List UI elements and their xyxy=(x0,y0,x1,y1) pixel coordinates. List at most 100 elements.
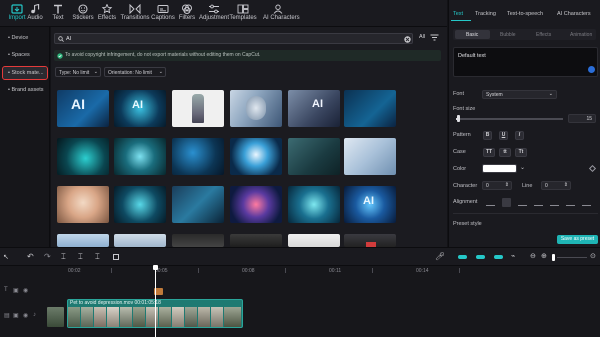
filter-icon[interactable] xyxy=(430,34,439,41)
zoom-slider-handle[interactable] xyxy=(552,254,555,261)
zoom-out-icon[interactable]: ⊖ xyxy=(530,252,536,260)
tab-text-properties[interactable]: Text xyxy=(453,11,463,17)
orientation-filter-dropdown[interactable]: Orientation: No limit ⌄ xyxy=(104,67,166,77)
clear-search-icon[interactable] xyxy=(404,35,411,43)
align-bottom-icon[interactable] xyxy=(582,199,591,206)
eye-icon[interactable]: ◉ xyxy=(23,312,28,319)
edit-text-icon[interactable] xyxy=(588,66,595,73)
delete-icon[interactable] xyxy=(113,254,119,260)
stock-thumbnail[interactable] xyxy=(344,90,396,127)
stock-thumbnail[interactable] xyxy=(288,234,340,247)
split-right-icon[interactable]: ⌶ xyxy=(95,252,100,262)
stock-thumbnail[interactable]: AI xyxy=(288,90,340,127)
align-justify-icon[interactable] xyxy=(534,199,543,206)
tab-adjustment[interactable]: Adjustment xyxy=(199,2,229,26)
undo-icon[interactable]: ↶ xyxy=(27,252,34,261)
font-size-input[interactable]: 15 xyxy=(568,114,596,123)
stock-thumbnail[interactable] xyxy=(172,138,224,175)
titlecase-button[interactable]: Tt xyxy=(515,148,527,157)
sidebar-item-device[interactable]: • Device xyxy=(3,32,47,44)
audio-icon[interactable]: ♪ xyxy=(33,312,36,318)
sidebar-item-spaces[interactable]: • Spaces xyxy=(3,49,47,61)
stock-thumbnail[interactable] xyxy=(114,138,166,175)
sidebar-item-brand-assets[interactable]: • Brand assets xyxy=(3,84,47,96)
align-middle-icon[interactable] xyxy=(566,199,575,206)
split-icon[interactable]: ⌶ xyxy=(61,252,66,262)
tab-templates[interactable]: Templates xyxy=(228,2,258,26)
tab-effects[interactable]: Effects xyxy=(92,2,122,26)
search-input[interactable]: AI xyxy=(66,36,71,42)
mute-audio-icon[interactable]: ⌁ xyxy=(511,252,515,260)
search-scope-select[interactable]: All xyxy=(419,34,425,40)
align-center-icon[interactable] xyxy=(502,198,511,207)
type-filter-dropdown[interactable]: Type: No limit ⌄ xyxy=(55,67,101,77)
stock-thumbnail[interactable] xyxy=(230,90,282,127)
stock-thumbnail[interactable] xyxy=(114,186,166,223)
preview-axis-icon[interactable] xyxy=(494,255,503,259)
stock-thumbnail[interactable] xyxy=(230,138,282,175)
subtab-effects[interactable]: Effects xyxy=(536,32,551,38)
cover-thumbnail[interactable] xyxy=(47,307,64,327)
zoom-slider[interactable] xyxy=(557,257,587,258)
chevron-down-icon[interactable]: ⌄ xyxy=(520,164,525,171)
italic-button[interactable]: I xyxy=(515,131,524,140)
stock-thumbnail[interactable] xyxy=(172,90,224,127)
save-as-preset-button[interactable]: Save as preset xyxy=(557,235,598,244)
font-select[interactable]: System ⌄ xyxy=(482,90,557,99)
stock-thumbnail[interactable]: AI xyxy=(114,90,166,127)
stock-thumbnail[interactable] xyxy=(57,138,109,175)
text-content[interactable]: Default text xyxy=(458,53,486,59)
stock-thumbnail[interactable] xyxy=(288,186,340,223)
tab-tracking[interactable]: Tracking xyxy=(475,11,496,17)
tab-transitions[interactable]: Transitions xyxy=(120,2,150,26)
subtab-basic[interactable]: Basic xyxy=(466,32,478,38)
lock-icon[interactable]: ▣ xyxy=(13,287,19,294)
stock-thumbnail[interactable]: AI xyxy=(344,186,396,223)
microphone-icon[interactable]: 🎤︎ xyxy=(435,252,445,261)
playhead-line[interactable] xyxy=(155,269,156,337)
subtab-bubble[interactable]: Bubble xyxy=(500,32,516,38)
align-top-icon[interactable] xyxy=(550,199,559,206)
linkage-icon[interactable] xyxy=(476,255,485,259)
stock-thumbnail[interactable] xyxy=(288,138,340,175)
font-size-slider-handle[interactable] xyxy=(457,115,460,122)
stock-thumbnail[interactable] xyxy=(57,186,109,223)
bold-button[interactable]: B xyxy=(483,131,492,140)
stock-thumbnail[interactable] xyxy=(344,138,396,175)
stepper-icon[interactable]: ⇕ xyxy=(505,182,509,188)
split-left-icon[interactable]: ⌶ xyxy=(78,252,83,262)
sidebar-item-stock-materials[interactable]: • Stock mate... xyxy=(2,66,48,80)
lowercase-button[interactable]: tt xyxy=(499,148,511,157)
stock-thumbnail[interactable] xyxy=(57,234,109,247)
stock-thumbnail[interactable] xyxy=(230,234,282,247)
tab-filters[interactable]: Filters xyxy=(172,2,202,26)
line-spacing-input[interactable]: 0 ⇕ xyxy=(541,181,571,190)
zoom-in-icon[interactable]: ⊕ xyxy=(541,252,547,260)
stepper-icon[interactable]: ⇕ xyxy=(564,182,568,188)
select-cursor-icon[interactable]: ↖ xyxy=(3,253,9,261)
stock-thumbnail[interactable] xyxy=(172,234,224,247)
color-swatch[interactable] xyxy=(482,164,517,173)
redo-icon[interactable]: ↷ xyxy=(44,252,51,261)
underline-button[interactable]: U xyxy=(499,131,508,140)
align-right-icon[interactable] xyxy=(518,199,527,206)
font-size-slider[interactable] xyxy=(456,118,563,120)
stock-thumbnail[interactable] xyxy=(114,234,166,247)
uppercase-button[interactable]: TT xyxy=(483,148,495,157)
stock-thumbnail[interactable] xyxy=(172,186,224,223)
stock-thumbnail[interactable]: AI xyxy=(57,90,109,127)
stock-thumbnail[interactable] xyxy=(230,186,282,223)
subtab-animation[interactable]: Animation xyxy=(570,32,592,38)
align-left-icon[interactable] xyxy=(486,199,495,206)
stock-thumbnail[interactable] xyxy=(344,234,396,247)
lock-icon[interactable]: ▣ xyxy=(13,312,19,319)
magnet-snap-icon[interactable] xyxy=(458,255,467,259)
character-spacing-input[interactable]: 0 ⇕ xyxy=(482,181,512,190)
eye-icon[interactable]: ◉ xyxy=(23,287,28,294)
fit-timeline-icon[interactable]: ⊙ xyxy=(590,252,596,260)
tab-ai-characters-panel[interactable]: AI Characters xyxy=(557,11,591,17)
tab-text-to-speech[interactable]: Text-to-speech xyxy=(507,11,543,17)
text-input-box[interactable]: Default text xyxy=(453,47,598,77)
search-bar[interactable]: AI xyxy=(54,33,413,44)
tab-ai-characters[interactable]: AI Characters xyxy=(263,2,300,26)
